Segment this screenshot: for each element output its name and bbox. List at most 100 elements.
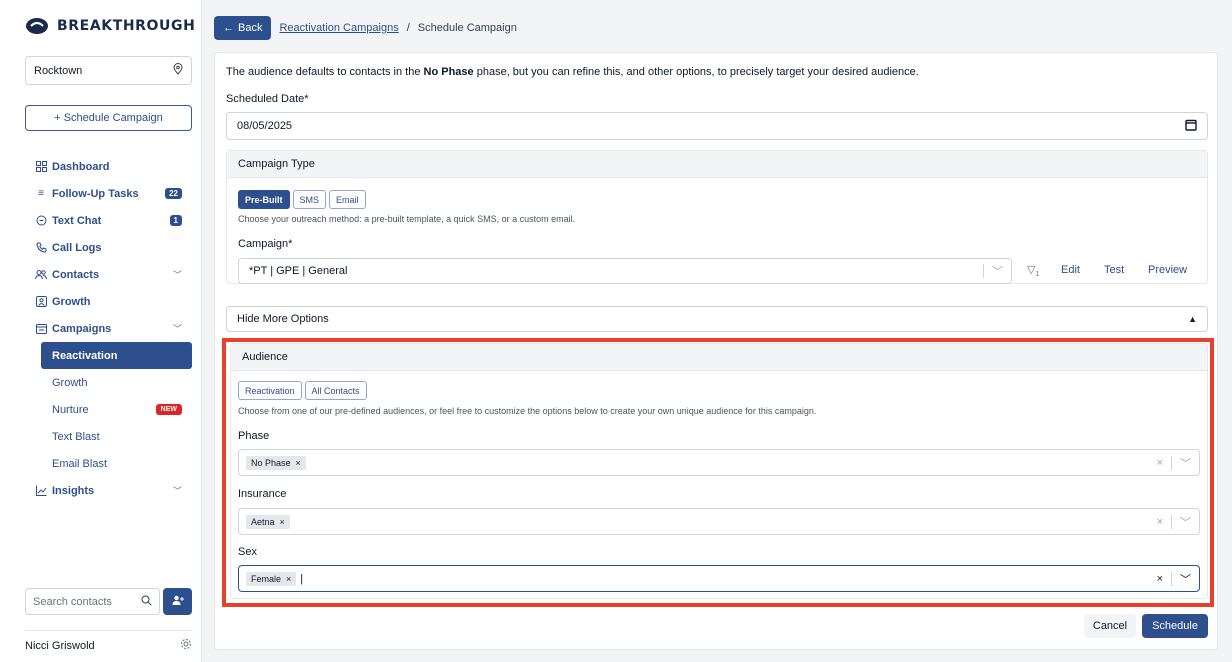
list-icon: ≡ [38, 188, 44, 199]
search-contacts-input[interactable]: Search contacts [25, 588, 160, 615]
location-pin-icon [173, 63, 183, 78]
chevron-down-icon[interactable]: ﹀ [992, 263, 1003, 279]
chevron-down-icon[interactable]: ﹀ [173, 268, 182, 281]
remove-tag-icon[interactable]: × [296, 458, 301, 468]
subitem-label: Email Blast [52, 457, 108, 470]
all-contacts-option[interactable]: All Contacts [304, 381, 367, 400]
phase-tag: No Phase × [246, 455, 306, 470]
users-icon [35, 269, 47, 281]
chevron-down-icon[interactable]: ﹀ [1180, 571, 1191, 587]
user-profile: Nicci Griswold [25, 630, 192, 658]
tag-label: No Phase [251, 457, 291, 468]
reactivation-audience-option[interactable]: Reactivation [238, 381, 302, 400]
clear-icon[interactable]: × [1157, 573, 1163, 585]
remove-tag-icon[interactable]: × [286, 574, 291, 584]
breadcrumb: ← Back Reactivation Campaigns / Schedule… [214, 16, 517, 40]
chart-line-icon [35, 485, 47, 497]
sidebar-item-label: Text Chat [52, 214, 102, 227]
sex-tag: Female × [246, 571, 297, 586]
logo[interactable]: BREAKTHROUGH [25, 16, 195, 36]
sidebar: BREAKTHROUGH Rocktown + Schedule Campaig… [0, 0, 202, 662]
settings-gear-icon[interactable] [180, 638, 192, 653]
tag-label: Female [251, 573, 282, 584]
more-options-label: Hide More Options [237, 313, 329, 325]
calendar-icon[interactable] [1185, 119, 1197, 134]
sidebar-item-follow-up-tasks[interactable]: ≡ Follow-Up Tasks 22 [25, 180, 192, 207]
brand-name: BREAKTHROUGH [57, 18, 196, 34]
chat-count-badge: 1 [169, 215, 182, 226]
insurance-tag: Aetna × [246, 514, 290, 529]
phase-select-controls: × ﹀ [1157, 450, 1191, 475]
phone-icon [35, 242, 47, 254]
sidebar-item-label: Dashboard [52, 160, 110, 173]
insurance-multiselect[interactable]: Aetna × × ﹀ [238, 508, 1200, 535]
clear-icon[interactable]: × [1157, 516, 1163, 528]
sidebar-subitem-email-blast[interactable]: Email Blast [25, 450, 192, 477]
sidebar-item-dashboard[interactable]: Dashboard [25, 153, 192, 180]
audience-help: Choose from one of our pre-defined audie… [238, 406, 817, 416]
sidebar-item-campaigns[interactable]: Campaigns ﹀ [25, 315, 192, 342]
logo-icon [25, 17, 49, 35]
add-user-icon [172, 595, 184, 608]
sidebar-subitem-nurture[interactable]: Nurture NEW [25, 396, 192, 423]
schedule-campaign-form: The audience defaults to contacts in the… [214, 52, 1218, 650]
back-button[interactable]: ← Back [214, 16, 272, 40]
edit-button[interactable]: Edit [1061, 264, 1080, 276]
select-separator [983, 264, 984, 278]
campaign-select-controls: ﹀ [983, 259, 1003, 283]
chevron-down-icon[interactable]: ﹀ [1180, 455, 1191, 471]
filter-icon[interactable]: ▽1 [1027, 263, 1039, 278]
sms-option[interactable]: SMS [292, 190, 327, 209]
chevron-down-icon[interactable]: ﹀ [173, 484, 182, 497]
subitem-label: Text Blast [52, 430, 100, 443]
chevron-down-icon[interactable]: ﹀ [173, 322, 182, 335]
schedule-campaign-button[interactable]: + Schedule Campaign [25, 105, 192, 131]
sidebar-item-insights[interactable]: Insights ﹀ [25, 477, 192, 504]
sidebar-item-contacts[interactable]: Contacts ﹀ [25, 261, 192, 288]
pre-built-option[interactable]: Pre-Built [238, 190, 290, 209]
sidebar-subitem-growth[interactable]: Growth [25, 369, 192, 396]
email-option[interactable]: Email [329, 190, 366, 209]
scheduled-date-label: Scheduled Date* [226, 93, 309, 105]
sidebar-subitem-text-blast[interactable]: Text Blast [25, 423, 192, 450]
clear-icon[interactable]: × [1157, 457, 1163, 469]
cancel-button[interactable]: Cancel [1084, 614, 1136, 638]
intro-text-part: The audience defaults to contacts in the [226, 66, 424, 78]
sex-multiselect[interactable]: Female × | × ﹀ [238, 565, 1200, 592]
insurance-select-controls: × ﹀ [1157, 509, 1191, 534]
sidebar-item-label: Call Logs [52, 241, 102, 254]
schedule-button[interactable]: Schedule [1142, 614, 1208, 638]
subitem-label: Reactivation [52, 349, 118, 362]
back-label: Back [238, 22, 263, 34]
breadcrumb-reactivation-link[interactable]: Reactivation Campaigns [279, 22, 398, 34]
preview-button[interactable]: Preview [1148, 264, 1187, 276]
audience-options: Reactivation All Contacts [238, 381, 370, 400]
caret-up-icon: ▲ [1188, 314, 1197, 324]
subitem-label: Growth [52, 376, 88, 389]
search-icon[interactable] [141, 595, 152, 609]
select-separator [1171, 571, 1172, 586]
sidebar-item-growth[interactable]: Growth [25, 288, 192, 315]
chevron-down-icon[interactable]: ﹀ [1180, 514, 1191, 530]
campaign-select[interactable]: *PT | GPE | General ﹀ [238, 258, 1012, 284]
new-badge: NEW [155, 404, 182, 415]
more-options-toggle[interactable]: Hide More Options ▲ [226, 306, 1208, 332]
remove-tag-icon[interactable]: × [280, 517, 285, 527]
sidebar-item-label: Growth [52, 295, 91, 308]
add-contact-button[interactable] [163, 588, 192, 615]
sidebar-item-label: Campaigns [52, 322, 112, 335]
sidebar-item-call-logs[interactable]: Call Logs [25, 234, 192, 261]
phase-label: Phase [238, 430, 270, 442]
insurance-label: Insurance [238, 488, 287, 500]
sidebar-item-label: Follow-Up Tasks [52, 187, 139, 200]
sidebar-item-text-chat[interactable]: Text Chat 1 [25, 207, 192, 234]
sidebar-subitem-reactivation[interactable]: Reactivation [41, 342, 192, 369]
sidebar-item-label: Insights [52, 484, 95, 497]
filter-count: 1 [1035, 271, 1040, 279]
phase-multiselect[interactable]: No Phase × × ﹀ [238, 449, 1200, 476]
sidebar-item-label: Contacts [52, 268, 100, 281]
location-select[interactable]: Rocktown [25, 56, 192, 85]
scheduled-date-input[interactable]: 08/05/2025 [226, 112, 1208, 140]
user-name: Nicci Griswold [25, 639, 95, 652]
test-button[interactable]: Test [1104, 264, 1124, 276]
